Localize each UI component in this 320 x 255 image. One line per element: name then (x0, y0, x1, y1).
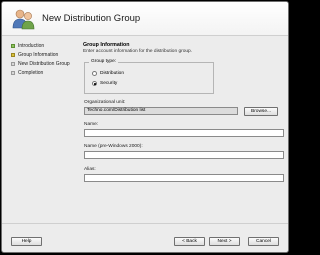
cancel-button[interactable]: Cancel (248, 237, 279, 246)
step-label: Completion (18, 70, 44, 76)
org-unit-field: Techno.com/Distribution list (84, 107, 238, 115)
next-button[interactable]: Next > (209, 237, 240, 246)
name-label: Name: (84, 122, 99, 127)
wizard-footer: Help < Back Next > Cancel (2, 223, 288, 252)
radio-button[interactable] (92, 71, 97, 76)
name-input[interactable] (84, 129, 284, 137)
step-label: Introduction (18, 43, 45, 49)
alias-label: Alias: (84, 167, 96, 172)
prewin-name-label: Name (pre-Windows 2000): (84, 144, 143, 149)
alias-input[interactable] (84, 174, 284, 182)
help-button[interactable]: Help (11, 237, 42, 246)
step-group-information: Group Information (11, 51, 58, 59)
back-button[interactable]: < Back (174, 237, 205, 246)
step-new-distribution-group: New Distribution Group (11, 60, 70, 68)
step-label: New Distribution Group (18, 61, 70, 67)
section-title: Group Information (83, 42, 130, 48)
step-label: Group Information (18, 52, 59, 58)
step-done-icon (11, 44, 15, 48)
group-type-box: Group type: Distribution Security (84, 59, 214, 94)
wizard-header: New Distribution Group (2, 2, 288, 36)
radio-label: Security (100, 81, 118, 86)
step-current-icon (11, 53, 15, 57)
section-description: Enter account information for the distri… (83, 49, 193, 54)
group-users-icon (12, 9, 35, 30)
prewin-name-input[interactable] (84, 151, 284, 159)
radio-button-selected[interactable] (92, 81, 97, 86)
content-panel: Group Information Enter account informat… (80, 36, 284, 222)
wizard-window: New Distribution Group Introduction Grou… (1, 1, 289, 253)
group-type-legend: Group type: (89, 59, 119, 64)
wizard-steps: Introduction Group Information New Distr… (2, 36, 78, 222)
org-unit-label: Organizational unit: (84, 100, 126, 105)
radio-label: Distribution (100, 71, 124, 76)
radio-security[interactable]: Security (92, 81, 117, 86)
step-pending-icon (11, 62, 15, 66)
wizard-title: New Distribution Group (42, 13, 141, 24)
step-introduction: Introduction (11, 42, 44, 50)
step-pending-icon (11, 71, 15, 75)
radio-distribution[interactable]: Distribution (92, 71, 124, 76)
browse-button[interactable]: Browse... (244, 107, 278, 116)
step-completion: Completion (11, 69, 43, 77)
